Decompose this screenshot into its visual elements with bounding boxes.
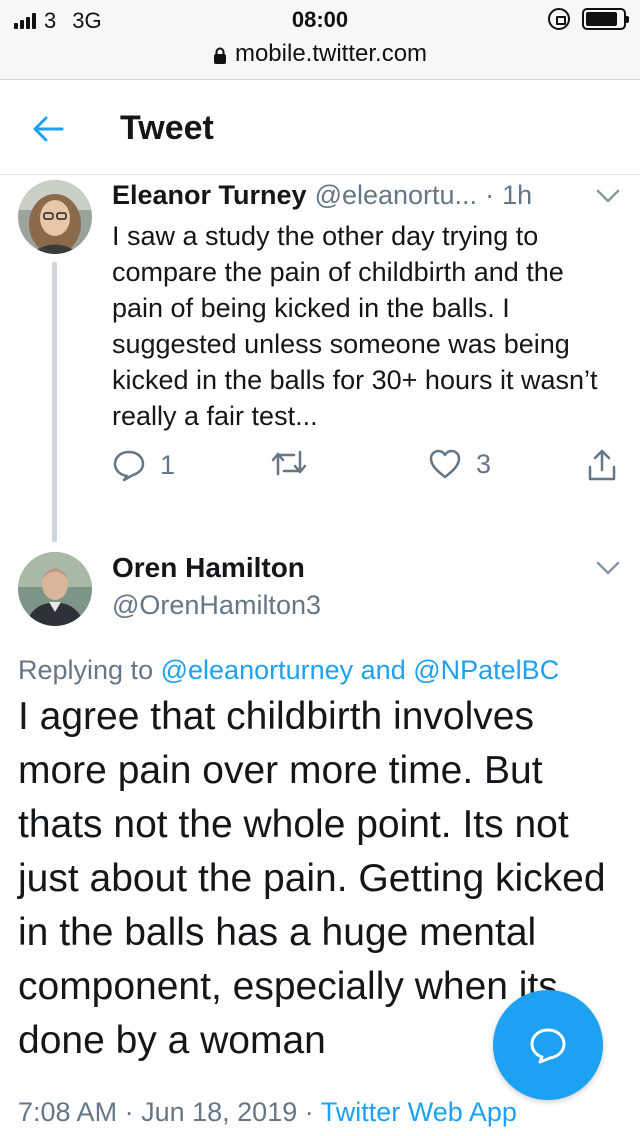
avatar-oren[interactable] bbox=[18, 552, 92, 626]
tweet-time[interactable]: 1h bbox=[502, 180, 532, 211]
chevron-down-icon[interactable] bbox=[594, 558, 622, 578]
reply-count: 1 bbox=[160, 449, 176, 480]
status-right bbox=[548, 8, 629, 30]
like-button[interactable]: 3 bbox=[428, 448, 491, 480]
status-bar: 3 3G 08:00 mobile.twitter.com bbox=[0, 0, 640, 80]
chevron-down-icon[interactable] bbox=[594, 186, 622, 206]
author-handle[interactable]: @eleanortu... bbox=[315, 180, 478, 211]
address-bar[interactable]: mobile.twitter.com bbox=[0, 40, 640, 68]
battery-icon bbox=[582, 8, 629, 30]
tweet-time: 7:08 AM bbox=[18, 1097, 118, 1127]
avatar-image bbox=[18, 180, 92, 254]
thread-connector bbox=[52, 262, 57, 542]
status-time: 08:00 bbox=[291, 7, 349, 32]
rotation-lock-icon bbox=[548, 8, 570, 30]
source-app-link[interactable]: Twitter Web App bbox=[321, 1097, 517, 1127]
share-button[interactable] bbox=[586, 448, 618, 482]
page-header: Tweet bbox=[0, 81, 640, 175]
mention-link[interactable]: @eleanorturney bbox=[161, 655, 354, 685]
tweet-text: I saw a study the other day trying to co… bbox=[112, 221, 598, 431]
retweet-icon bbox=[271, 450, 307, 476]
compose-reply-icon bbox=[530, 1028, 566, 1064]
author-handle[interactable]: @OrenHamilton3 bbox=[112, 590, 321, 621]
arrow-left-icon bbox=[33, 116, 64, 142]
avatar-image bbox=[18, 552, 92, 626]
back-button[interactable] bbox=[28, 109, 68, 149]
author-name[interactable]: Eleanor Turney bbox=[112, 180, 307, 211]
meta-separator: · bbox=[124, 1097, 134, 1127]
author-name[interactable]: Oren Hamilton bbox=[112, 552, 305, 584]
reply-button[interactable]: 1 bbox=[112, 448, 175, 482]
battery-level bbox=[586, 12, 617, 26]
like-count: 3 bbox=[476, 448, 492, 479]
parent-tweet-header: Eleanor Turney @eleanortu... · 1h bbox=[112, 180, 532, 211]
mention-conjunction[interactable]: and bbox=[361, 655, 406, 685]
compose-reply-button[interactable] bbox=[493, 990, 603, 1100]
meta-separator: · bbox=[304, 1097, 314, 1127]
share-icon bbox=[588, 449, 616, 481]
heart-icon bbox=[429, 449, 461, 479]
retweet-button[interactable] bbox=[270, 448, 308, 478]
mention-link[interactable]: @NPatelBC bbox=[413, 655, 559, 685]
url-text: mobile.twitter.com bbox=[234, 40, 428, 67]
meta-separator: · bbox=[485, 180, 495, 210]
lock-icon bbox=[213, 47, 226, 64]
tweet-actions: 1 3 bbox=[112, 448, 622, 492]
tweet-date: Jun 18, 2019 bbox=[141, 1097, 298, 1127]
page-title: Tweet bbox=[120, 109, 214, 147]
avatar-eleanor[interactable] bbox=[18, 180, 92, 254]
speech-bubble-icon bbox=[113, 450, 145, 482]
replying-prefix: Replying to bbox=[18, 655, 154, 685]
replying-to: Replying to @eleanorturney and @NPatelBC bbox=[18, 655, 559, 686]
tweet-timestamp: 7:08 AM · Jun 18, 2019 · Twitter Web App bbox=[18, 1097, 517, 1128]
